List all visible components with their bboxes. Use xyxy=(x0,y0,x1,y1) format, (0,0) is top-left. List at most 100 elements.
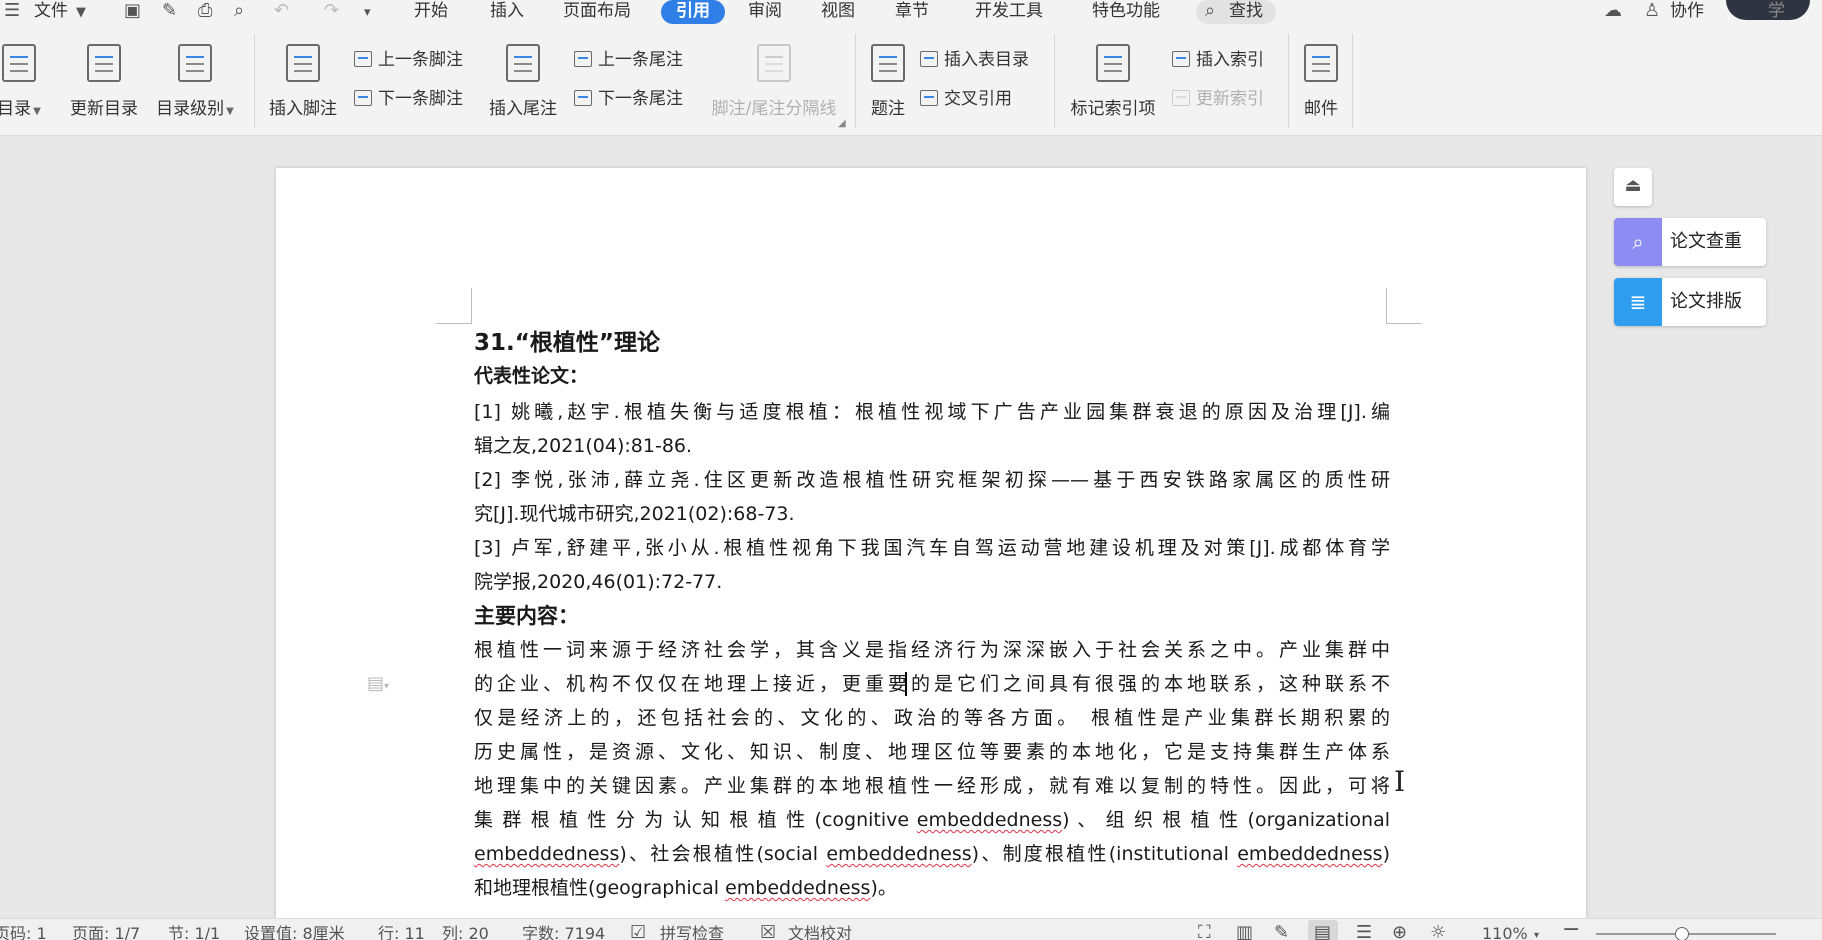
next-endnote-label: 下一条尾注 xyxy=(598,89,683,109)
paper-format-button[interactable]: ≣ 论文排版 xyxy=(1614,278,1766,326)
edit-mode-icon[interactable]: ✎ xyxy=(1274,922,1289,940)
proof-button[interactable]: 文档校对 xyxy=(788,923,852,940)
prev-endnote-button[interactable]: 上一条尾注 xyxy=(574,48,683,72)
divider xyxy=(1352,34,1353,128)
print-preview-icon[interactable]: ⌕ xyxy=(234,1,244,21)
redo-icon[interactable]: ↷ xyxy=(324,1,339,21)
body-line: 仅是经济上的，还包括社会的、文化的、政治的等各方面。 根植性是产业集群长期积累的 xyxy=(474,707,1390,729)
word-count-status[interactable]: 字数: 7194 xyxy=(522,923,605,940)
collapse-icon[interactable]: ⏏ xyxy=(1614,168,1652,206)
checkbox-icon[interactable]: ☑ xyxy=(630,922,646,940)
zoom-dropdown-icon[interactable]: ▾ xyxy=(1534,925,1539,940)
divider xyxy=(1288,34,1289,128)
mail-label: 邮件 xyxy=(1304,99,1338,119)
web-view-icon[interactable]: ⊕ xyxy=(1392,922,1407,940)
user-icon[interactable]: ♙ xyxy=(1644,1,1660,21)
cross-ref-button[interactable]: 交叉引用 xyxy=(920,87,1012,111)
chevron-down-icon[interactable]: ▼ xyxy=(76,3,86,23)
pages-status[interactable]: 页面: 1/7 xyxy=(72,923,140,940)
tab-home[interactable]: 开始 xyxy=(414,0,448,24)
tab-chapter[interactable]: 章节 xyxy=(895,0,929,24)
tab-developer[interactable]: 开发工具 xyxy=(975,0,1043,24)
mark-index-button[interactable]: 标记索引项 xyxy=(1066,44,1160,119)
update-index-button[interactable]: 更新索引 xyxy=(1172,87,1264,111)
zoom-slider-thumb[interactable] xyxy=(1675,927,1690,940)
page-number-status: 页码: 1 xyxy=(0,924,47,940)
zoom-level[interactable]: 110% xyxy=(1482,923,1528,940)
insert-footnote-button[interactable]: 插入脚注 xyxy=(266,44,340,119)
paper-check-button[interactable]: ⌕ 论文查重 xyxy=(1614,218,1766,266)
cross-ref-icon xyxy=(920,90,938,106)
file-menu[interactable]: 文件 xyxy=(34,0,68,24)
spellcheck-word: embeddedness xyxy=(725,877,871,899)
next-footnote-button[interactable]: 下一条脚注 xyxy=(354,87,463,111)
body-line: 根植性一词来源于经济社会学，其含义是指经济行为深深嵌入于社会关系之中。产业集群中 xyxy=(474,639,1390,661)
body-line: 历史属性，是资源、文化、知识、制度、地理区位等要素的本地化，它是支持集群生产体系 xyxy=(474,741,1390,763)
status-bar: 页码: 1 页面: 1/7 节: 1/1 设置值: 8厘米 行: 11 列: 2… xyxy=(0,918,1822,940)
document-body: 31.“根植性”理论 代表性论文： [1] 姚曦,赵宇.根植失衡与适度根植：根植… xyxy=(474,327,1390,905)
next-footnote-icon xyxy=(354,90,372,106)
papers-heading: 代表性论文： xyxy=(474,365,589,387)
spellcheck-word: embeddedness xyxy=(474,843,620,865)
tab-page-layout[interactable]: 页面布局 xyxy=(563,0,631,24)
dialog-launcher-icon[interactable]: ◢ xyxy=(838,118,846,129)
read-mode-icon[interactable]: ▥ xyxy=(1236,922,1253,940)
caption-button[interactable]: 题注 xyxy=(866,44,910,119)
zoom-out-icon[interactable]: − xyxy=(1562,919,1580,940)
prev-footnote-label: 上一条脚注 xyxy=(378,50,463,70)
toc-level-label: 目录级别 xyxy=(156,99,225,119)
print-icon[interactable]: ⎙ xyxy=(198,1,212,21)
margin-corner-right xyxy=(1386,288,1422,324)
insert-table-toc-button[interactable]: 插入表目录 xyxy=(920,48,1029,72)
tab-references[interactable]: 引用 xyxy=(661,0,725,24)
prev-footnote-button[interactable]: 上一条脚注 xyxy=(354,48,463,72)
save-icon[interactable]: ▣ xyxy=(124,1,141,21)
tab-features[interactable]: 特色功能 xyxy=(1092,0,1160,24)
cloud-icon[interactable]: ☁ xyxy=(1604,1,1622,21)
collab-button[interactable]: 协作 xyxy=(1670,0,1704,24)
outline-view-icon[interactable]: ☰ xyxy=(1356,922,1372,940)
search-button[interactable]: ⌕ 查找 xyxy=(1196,0,1276,24)
toc-icon xyxy=(2,44,36,82)
note-separator-button[interactable]: 脚注/尾注分隔线 xyxy=(704,44,844,119)
divider xyxy=(1054,34,1055,128)
spell-check-button[interactable]: 拼写检查 xyxy=(660,923,724,940)
prev-endnote-icon xyxy=(574,51,592,67)
body-text: 和地理根植性(geographical xyxy=(474,877,726,899)
fullscreen-icon[interactable]: ⛶ xyxy=(1198,922,1211,940)
hamburger-icon[interactable]: ☰ xyxy=(4,1,20,21)
body-text: )。 xyxy=(870,877,897,899)
insert-index-icon xyxy=(1172,51,1190,67)
mark-index-icon xyxy=(1096,44,1130,82)
insert-endnote-button[interactable]: 插入尾注 xyxy=(486,44,560,119)
tab-review[interactable]: 审阅 xyxy=(748,0,782,24)
next-endnote-button[interactable]: 下一条尾注 xyxy=(574,87,683,111)
body-text: )、制度根植性(institutional xyxy=(971,843,1238,865)
format-painter-icon[interactable]: ✎ xyxy=(162,1,177,21)
caption-label: 题注 xyxy=(871,99,905,119)
update-toc-button[interactable]: 更新目录 xyxy=(64,44,144,119)
undo-icon[interactable]: ↶ xyxy=(274,1,289,21)
caption-icon xyxy=(871,44,905,82)
toc-label: 目录 xyxy=(0,99,32,119)
page-view-icon[interactable]: ▤ xyxy=(1314,922,1331,940)
insert-footnote-label: 插入脚注 xyxy=(269,99,337,119)
toc-button[interactable]: 目录 ▼ xyxy=(0,44,44,119)
insert-index-button[interactable]: 插入索引 xyxy=(1172,48,1264,72)
search-icon: ⌕ xyxy=(1205,0,1216,21)
setting-status: 设置值: 8厘米 xyxy=(244,924,345,940)
section-status: 节: 1/1 xyxy=(168,924,221,940)
paper-check-label: 论文查重 xyxy=(1670,231,1742,252)
paragraph-menu-icon[interactable]: ▤▾ xyxy=(367,673,389,695)
tab-insert[interactable]: 插入 xyxy=(490,0,524,24)
mail-button[interactable]: 邮件 xyxy=(1300,44,1342,119)
reference-line: [3] 卢军,舒建平,张小从.根植性视角下我国汽车自驾运动营地建设机理及对策[J… xyxy=(474,537,1390,559)
tab-view[interactable]: 视图 xyxy=(821,0,855,24)
eye-protect-icon[interactable]: ☼ xyxy=(1430,922,1446,940)
margin-corner-left xyxy=(436,288,472,324)
more-icon[interactable]: ▾ xyxy=(364,3,371,23)
proof-icon[interactable]: ☒ xyxy=(760,922,776,940)
cut-off-label: 学 xyxy=(1768,1,1785,21)
toc-level-button[interactable]: 目录级别 ▼ xyxy=(152,44,238,119)
menu-bar: ☰ 文件 ▼ ▣ ✎ ⎙ ⌕ ↶ ↷ ▾ 开始 插入 页面布局 引用 审阅 视图… xyxy=(0,0,1822,24)
